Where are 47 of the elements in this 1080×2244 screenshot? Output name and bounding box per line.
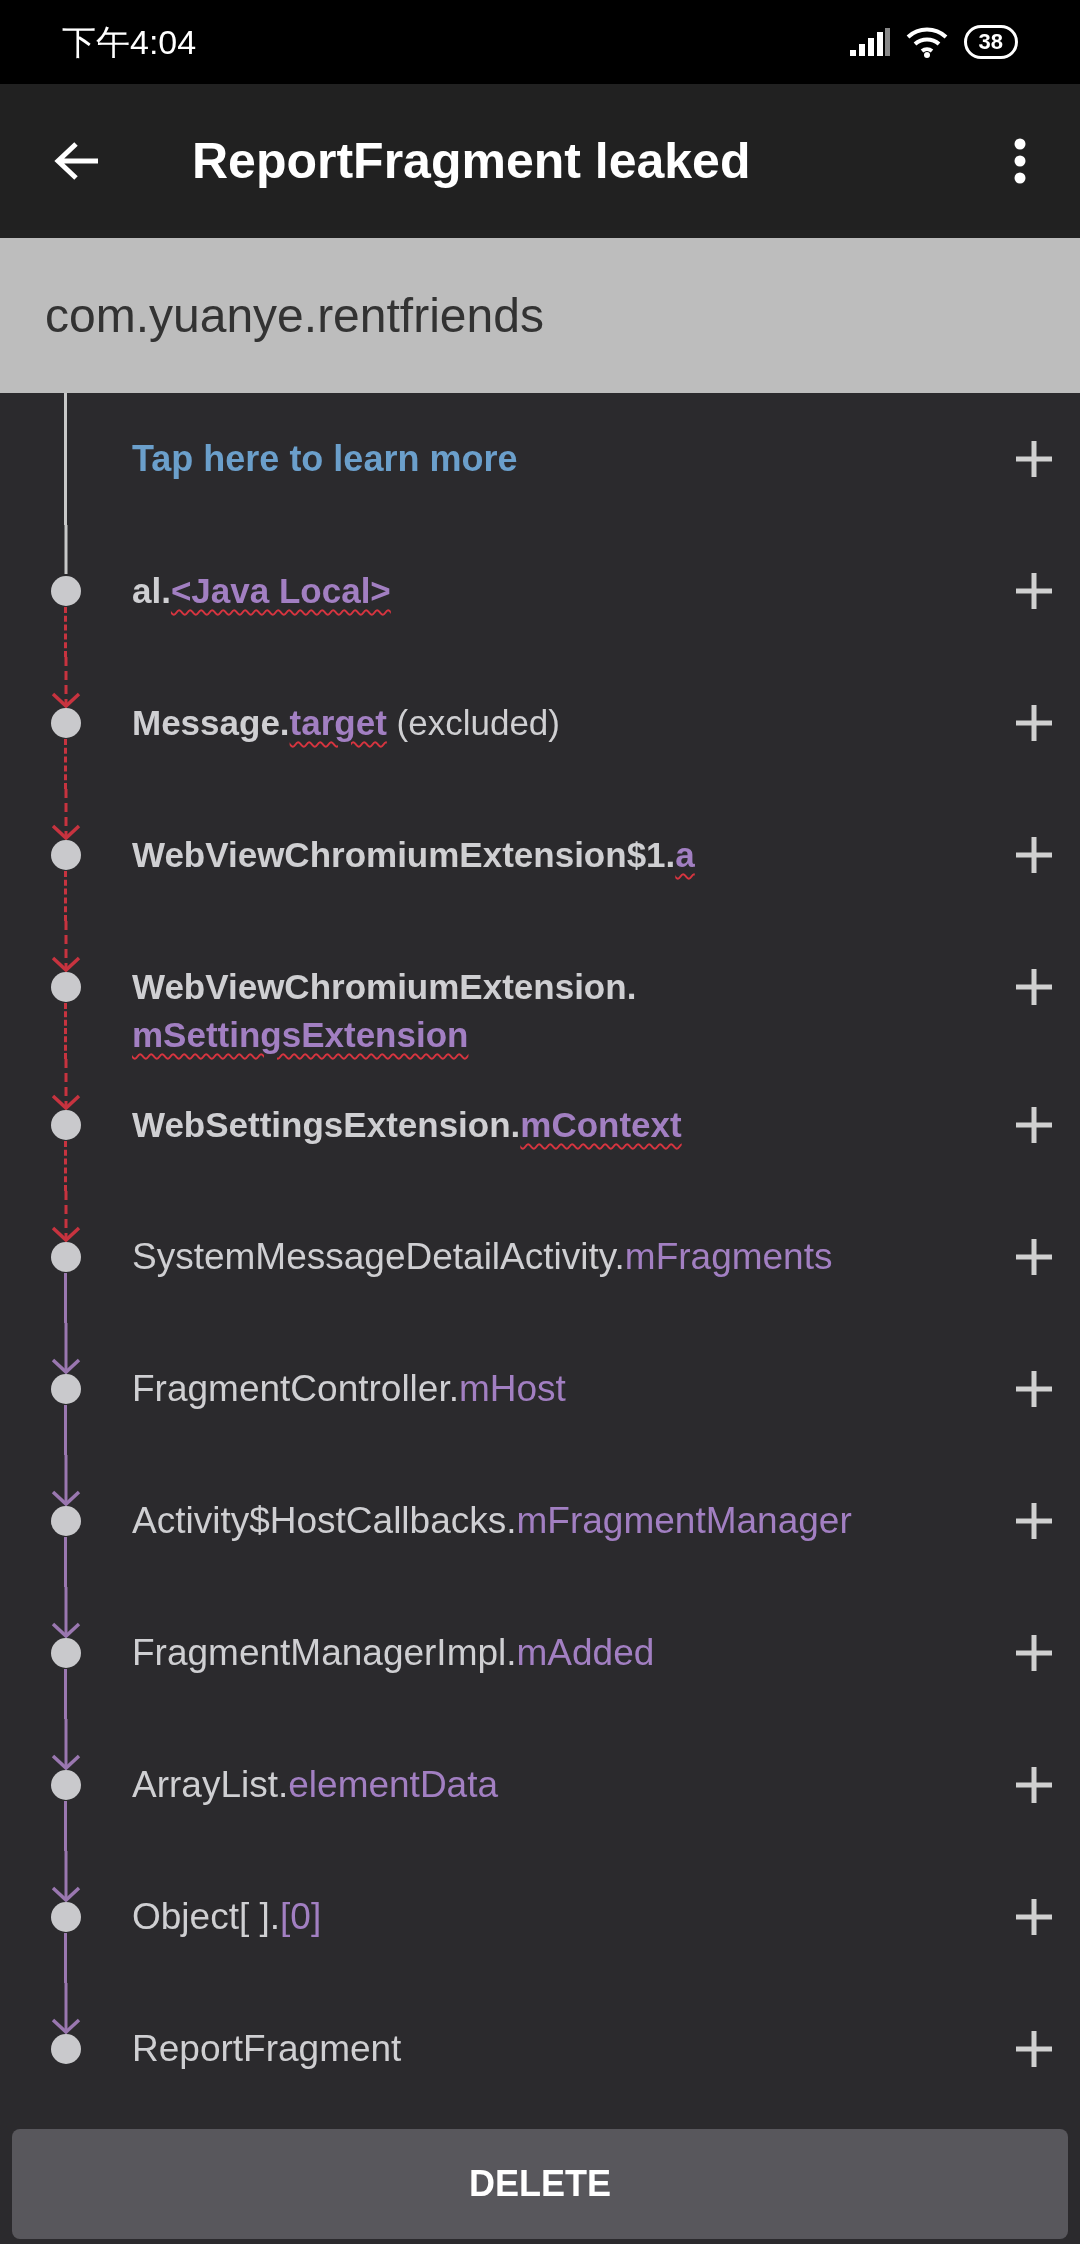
status-time: 下午4:04 (62, 21, 197, 63)
reference-label: SystemMessageDetailActivity.mFragments (132, 1235, 833, 1279)
plus-icon[interactable] (1014, 1501, 1054, 1541)
overflow-menu-icon[interactable] (1014, 138, 1026, 184)
delete-button[interactable]: DELETE (12, 2129, 1068, 2239)
reference-label: ArrayList.elementData (132, 1763, 499, 1807)
plus-icon[interactable] (1014, 1765, 1054, 1805)
reference-label: FragmentController.mHost (132, 1367, 566, 1411)
plus-icon[interactable] (1014, 1105, 1054, 1145)
back-icon[interactable] (54, 141, 100, 181)
reference-label: Message.target (excluded) (132, 702, 560, 744)
plus-icon[interactable] (1014, 1237, 1054, 1277)
plus-icon[interactable] (1014, 1633, 1054, 1673)
wifi-icon (905, 26, 948, 58)
reference-label: FragmentManagerImpl.mAdded (132, 1631, 655, 1675)
node-dot (51, 1638, 81, 1668)
reference-label: WebViewChromiumExtension. mSettingsExtension (132, 966, 638, 1056)
node-dot (51, 972, 81, 1002)
signal-icon (849, 28, 890, 56)
node-dot (51, 840, 81, 870)
reference-label: WebViewChromiumExtension$1.a (132, 834, 695, 876)
plus-icon[interactable] (1014, 1897, 1054, 1937)
node-dot (51, 1902, 81, 1932)
plus-icon[interactable] (1014, 2029, 1054, 2069)
node-dot (51, 1506, 81, 1536)
reference-label: Object[ ].[0] (132, 1895, 322, 1939)
plus-icon[interactable] (1014, 835, 1054, 875)
battery-indicator: 38 (963, 25, 1018, 59)
node-dot (51, 1242, 81, 1272)
screen-title: ReportFragment leaked (192, 131, 751, 191)
node-dot (51, 1110, 81, 1140)
reference-label: WebSettingsExtension.mContext (132, 1104, 682, 1146)
node-dot (51, 1770, 81, 1800)
plus-icon[interactable] (1014, 439, 1054, 479)
plus-icon[interactable] (1014, 1369, 1054, 1409)
package-name: com.yuanye.rentfriends (45, 287, 544, 344)
reference-label: Activity$HostCallbacks.mFragmentManager (132, 1499, 852, 1543)
reference-label: ReportFragment (132, 2027, 402, 2071)
node-dot (51, 1374, 81, 1404)
plus-icon[interactable] (1014, 571, 1054, 611)
node-dot (51, 708, 81, 738)
node-dot (51, 576, 81, 606)
node-dot (51, 2034, 81, 2064)
plus-icon[interactable] (1014, 703, 1054, 743)
plus-icon[interactable] (1014, 967, 1054, 1007)
reference-label: al.<Java Local> (132, 570, 391, 612)
learn-more-link[interactable]: Tap here to learn more (132, 438, 518, 479)
